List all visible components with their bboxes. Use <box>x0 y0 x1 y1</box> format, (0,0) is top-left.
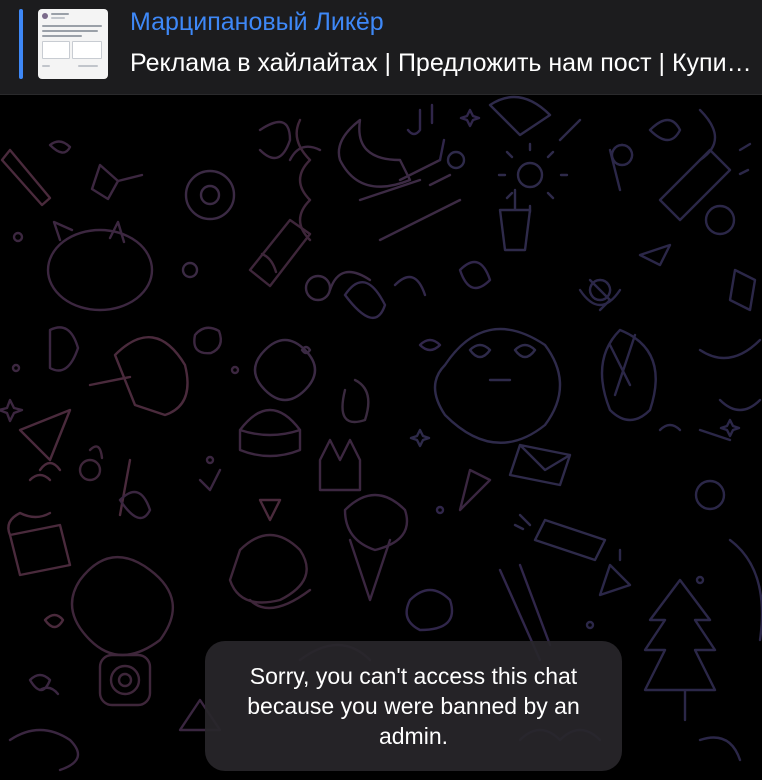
banned-notice: Sorry, you can't access this chat becaus… <box>205 641 622 771</box>
pinned-thumbnail <box>38 9 108 79</box>
pinned-message-bar[interactable]: Марципановый Ликёр Реклама в хайлайтах |… <box>0 0 762 95</box>
pinned-channel-title: Марципановый Ликёр <box>130 8 384 36</box>
pinned-indicator <box>19 9 23 79</box>
banned-notice-text: Sorry, you can't access this chat becaus… <box>247 663 580 749</box>
pinned-message-text: Реклама в хайлайтах | Предложить нам пос… <box>130 49 752 77</box>
